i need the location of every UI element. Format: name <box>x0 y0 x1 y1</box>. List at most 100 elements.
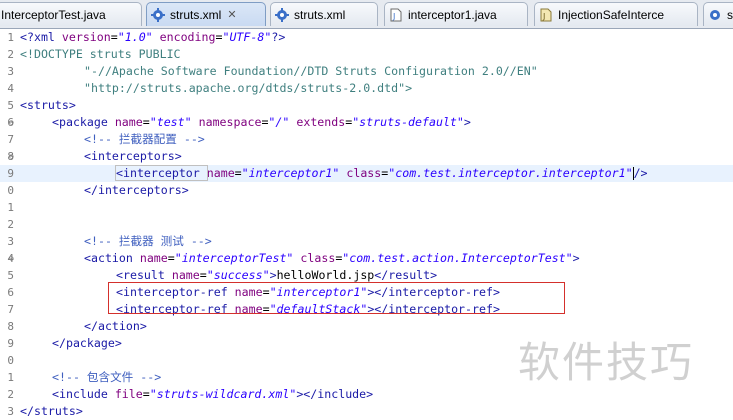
code-text: <action name="interceptorTest" class="co… <box>84 251 580 265</box>
code-line: 2 <box>0 216 733 233</box>
value: "/" <box>268 115 290 129</box>
tab-label: InterceptorTest.java <box>1 7 106 22</box>
code-text: <package name="test" namespace="/" exten… <box>52 115 471 129</box>
doctype-system-id: "http://struts.apache.org/dtds/struts-2.… <box>84 81 413 95</box>
tab-injectionsafeinterce[interactable]: J InjectionSafeInterce <box>534 2 698 26</box>
attr: class <box>293 251 336 265</box>
tag-end: > <box>572 251 580 265</box>
tab-label: struts.xml <box>170 7 222 22</box>
watermark: 软件技巧 <box>518 338 695 387</box>
value: "struts-default" <box>352 115 464 129</box>
code-line: 4 ⊖ <action name="interceptorTest" class… <box>0 250 733 267</box>
line-number: 3 <box>7 65 14 78</box>
line-number: 2 <box>7 48 14 61</box>
tab-overflow-struts[interactable]: s <box>703 2 733 26</box>
tag: <action <box>84 251 140 265</box>
attr: class <box>339 166 382 180</box>
value: "test" <box>149 115 192 129</box>
line-number: 1 <box>7 31 14 44</box>
tag: <result <box>116 268 172 282</box>
code-text: <include file="struts-wildcard.xml"></in… <box>52 387 374 401</box>
line-number: 1 <box>7 371 14 384</box>
line-number: 5 <box>7 99 14 112</box>
fold-toggle-icon[interactable]: ⊖ <box>9 255 17 263</box>
fold-toggle-icon[interactable]: ⊖ <box>9 119 17 127</box>
svg-text:J: J <box>542 12 545 21</box>
tag: </struts> <box>20 404 83 418</box>
code-line: 8 ⊖ <interceptors> <box>0 148 733 165</box>
tab-label: struts.xml <box>294 7 346 22</box>
line-number: 2 <box>7 218 14 231</box>
code-line: 3 </struts> <box>0 403 733 420</box>
tag: <package <box>52 115 115 129</box>
code-line: 4 "http://struts.apache.org/dtds/struts-… <box>0 80 733 97</box>
svg-text:J: J <box>392 12 395 21</box>
current-line: 9 <interceptor name="interceptor1" class… <box>0 165 733 182</box>
fold-toggle-icon[interactable]: ⊖ <box>9 153 17 161</box>
value: "struts-wildcard.xml" <box>149 387 297 401</box>
editor-tab-bar: InterceptorTest.java struts.xml ✕ struts… <box>0 0 733 29</box>
comment: <!-- 拦截器 测试 --> <box>84 234 212 248</box>
line-number: 9 <box>7 167 14 180</box>
line-number: 1 <box>7 201 14 214</box>
attr: name <box>171 268 200 282</box>
attr: name <box>206 166 235 180</box>
doctype: <!DOCTYPE struts PUBLIC <box>20 47 181 61</box>
xml-gear-icon <box>151 7 165 22</box>
attr: name <box>114 115 143 129</box>
value: "interceptorTest" <box>174 251 294 265</box>
comment: <!-- 拦截器配置 --> <box>84 132 205 146</box>
tag: </interceptors> <box>84 183 189 197</box>
tab-interceptor1-java[interactable]: J interceptor1.java <box>384 2 528 26</box>
attr: namespace <box>191 115 262 129</box>
attr: file <box>114 387 143 401</box>
value: "interceptor1" <box>241 166 340 180</box>
tab-label: InjectionSafeInterce <box>558 7 665 22</box>
code-line: 3 <!-- 拦截器 测试 --> <box>0 233 733 250</box>
tab-struts-xml[interactable]: struts.xml <box>270 2 378 26</box>
tag-end: /> <box>633 166 648 180</box>
xml-gear-icon <box>708 8 722 22</box>
code-line: 5 <struts> <box>0 97 733 114</box>
tag: <interceptors> <box>84 149 182 163</box>
code-line: 0 </interceptors> <box>0 182 733 199</box>
comment: <!-- 包含文件 --> <box>52 370 162 384</box>
code-text: <interceptor name="interceptor1" class="… <box>115 165 648 181</box>
attr: name <box>139 251 168 265</box>
tag-end: > <box>463 115 471 129</box>
tag: </package> <box>52 336 122 350</box>
tag: </action> <box>84 319 147 333</box>
line-number: 6 <box>7 286 14 299</box>
code-line: 1 <box>0 199 733 216</box>
attr: version <box>61 30 111 44</box>
tag: <include <box>52 387 115 401</box>
xml-decl: <?xml <box>20 30 62 44</box>
close-icon[interactable]: ✕ <box>227 8 236 21</box>
tab-label: interceptor1.java <box>408 7 497 22</box>
line-number: 3 <box>7 405 14 418</box>
tab-struts-xml-active[interactable]: struts.xml ✕ <box>146 2 266 26</box>
tag-end: > <box>269 268 277 282</box>
value: "success" <box>206 268 270 282</box>
code-line: 7 <!-- 拦截器配置 --> <box>0 131 733 148</box>
tag: ></include> <box>296 387 374 401</box>
tag-end: ?> <box>271 30 286 44</box>
code-line: 2 <!DOCTYPE struts PUBLIC <box>0 46 733 63</box>
highlight-box <box>108 282 565 314</box>
tag: </result> <box>374 268 438 282</box>
attr: extends <box>289 115 346 129</box>
tab-label: s <box>727 7 733 22</box>
code-line: 3 "-//Apache Software Foundation//DTD St… <box>0 63 733 80</box>
line-number: 7 <box>7 133 14 146</box>
code-text: <?xml version="1.0" encoding="UTF-8"?> <box>20 29 285 46</box>
xml-gear-icon <box>275 7 289 22</box>
line-number: 5 <box>7 269 14 282</box>
code-line: 1 <?xml version="1.0" encoding="UTF-8"?> <box>0 29 733 46</box>
line-number: 3 <box>7 235 14 248</box>
text-content: helloWorld.jsp <box>276 268 375 282</box>
value: "com.test.action.InterceptorTest" <box>342 251 573 265</box>
line-number: 8 <box>7 320 14 333</box>
code-line: 6 ⊖ <package name="test" namespace="/" e… <box>0 114 733 131</box>
tab-interceptortest-java[interactable]: InterceptorTest.java <box>0 2 142 26</box>
value: "com.test.interceptor.interceptor1" <box>388 166 633 180</box>
